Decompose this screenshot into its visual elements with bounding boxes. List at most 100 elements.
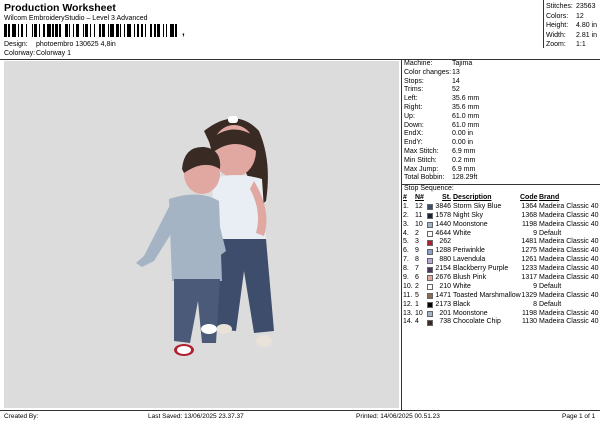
row-needle: 8 bbox=[415, 256, 419, 264]
row-brand: Madeira Classic 40 bbox=[539, 202, 599, 210]
row-stitches: 210 bbox=[439, 282, 451, 290]
table-row: 4. 2 4644 White 9 Default bbox=[403, 230, 599, 239]
property-row: Up: 61.0 mm bbox=[404, 113, 596, 122]
row-index: 12. bbox=[403, 300, 413, 308]
color-swatch bbox=[427, 203, 435, 212]
row-stitches: 1578 bbox=[435, 211, 451, 219]
row-code: 1198 bbox=[521, 220, 537, 228]
row-brand: Madeira Classic 40 bbox=[539, 318, 599, 326]
property-value: Tajima bbox=[452, 60, 473, 67]
table-row: 10. 2 210 White 9 Default bbox=[403, 283, 599, 292]
row-description: Blackberry Purple bbox=[453, 265, 509, 273]
color-swatch bbox=[427, 318, 435, 327]
property-row: Total Bobbin: 128.29ft bbox=[404, 174, 596, 183]
colorway-row: Colorway: Colorway 1 bbox=[4, 50, 71, 57]
stat-label: Width: bbox=[546, 31, 566, 39]
row-needle: 10 bbox=[415, 220, 423, 228]
row-brand: Madeira Classic 40 bbox=[539, 211, 599, 219]
row-code: 1368 bbox=[521, 211, 537, 219]
stat-row: Zoom: 1:1 bbox=[546, 40, 600, 50]
stat-label: Height: bbox=[546, 22, 569, 29]
row-needle: 12 bbox=[415, 202, 423, 210]
row-description: Moonstone bbox=[453, 309, 488, 317]
stat-row: Colors: 12 bbox=[546, 12, 600, 22]
row-index: 7. bbox=[403, 256, 409, 264]
property-label: Right: bbox=[404, 103, 423, 111]
row-brand: Madeira Classic 40 bbox=[539, 256, 599, 264]
row-stitches: 1440 bbox=[435, 220, 451, 228]
page-number: Page 1 of 1 bbox=[562, 413, 596, 420]
row-description: Night Sky bbox=[453, 211, 483, 219]
property-value: 128.29ft bbox=[452, 174, 478, 182]
footer-divider bbox=[0, 410, 600, 411]
property-label: Stops: bbox=[404, 77, 424, 85]
design-preview[interactable] bbox=[4, 61, 399, 408]
row-index: 6. bbox=[403, 247, 409, 255]
row-index: 8. bbox=[403, 265, 409, 273]
row-index: 14. bbox=[403, 318, 413, 326]
row-index: 9. bbox=[403, 274, 409, 282]
property-label: Left: bbox=[404, 95, 418, 103]
row-needle: 11 bbox=[415, 211, 423, 219]
row-description: Lavendula bbox=[453, 256, 486, 264]
row-description: White bbox=[453, 229, 471, 237]
property-label: Min Stitch: bbox=[404, 156, 437, 164]
row-code: 1275 bbox=[521, 247, 537, 255]
stop-sequence-title: Stop Sequence: bbox=[404, 185, 454, 192]
row-needle: 6 bbox=[415, 274, 419, 282]
property-row: EndY: 0.00 in bbox=[404, 139, 596, 148]
property-row: Trims: 52 bbox=[404, 86, 596, 95]
row-brand: Madeira Classic 40 bbox=[539, 274, 599, 282]
property-label: Machine: bbox=[404, 60, 433, 67]
row-description: Storm Sky Blue bbox=[453, 202, 502, 210]
row-code: 1481 bbox=[521, 238, 537, 246]
row-index: 10. bbox=[403, 282, 413, 290]
table-row: 6. 9 1288 Periwinkle 1275 Madeira Classic 40 bbox=[403, 247, 599, 256]
col-description: Description bbox=[453, 194, 492, 201]
row-brand: Madeira Classic 40 bbox=[539, 238, 599, 246]
printed-date: Printed: 14/06/2025 00.51.23 bbox=[356, 413, 440, 420]
row-description: White bbox=[453, 282, 471, 290]
row-code: 1364 bbox=[521, 202, 537, 210]
boy-figure bbox=[136, 146, 226, 356]
row-stitches: 1288 bbox=[435, 247, 451, 255]
row-stitches: 2173 bbox=[435, 300, 451, 308]
table-row: 7. 8 880 Lavendula 1261 Madeira Classic 40 bbox=[403, 256, 599, 265]
col-n: N# bbox=[415, 194, 424, 201]
row-needle: 9 bbox=[415, 247, 419, 255]
row-needle: 7 bbox=[415, 265, 419, 273]
property-label: Max Jump: bbox=[404, 165, 439, 173]
property-label: EndX: bbox=[404, 130, 424, 138]
property-value: 6.9 mm bbox=[452, 165, 476, 173]
row-index: 5. bbox=[403, 238, 409, 246]
stat-value: 23563 bbox=[576, 3, 596, 10]
color-swatch bbox=[427, 274, 435, 283]
row-description: Blush Pink bbox=[453, 274, 487, 282]
row-description: Chocolate Chip bbox=[453, 318, 501, 326]
barcode-suffix: , bbox=[182, 27, 185, 38]
col-code: Code bbox=[520, 194, 538, 201]
property-value: 0.2 mm bbox=[452, 156, 476, 164]
row-stitches: 4644 bbox=[435, 229, 451, 237]
stats-divider bbox=[543, 0, 544, 48]
stat-value: 4.80 in bbox=[576, 22, 598, 29]
barcode bbox=[4, 24, 180, 37]
property-label: Trims: bbox=[404, 86, 424, 94]
row-index: 13. bbox=[403, 309, 413, 317]
row-code: 1233 bbox=[521, 265, 537, 273]
property-row: Right: 35.6 mm bbox=[404, 104, 596, 113]
colorway-value: Colorway 1 bbox=[36, 50, 72, 57]
color-swatch bbox=[427, 212, 435, 221]
row-stitches: 201 bbox=[439, 309, 451, 317]
row-needle: 2 bbox=[415, 229, 419, 237]
software-subtitle: Wilcom EmbroideryStudio – Level 3 Advanc… bbox=[4, 15, 148, 22]
machine-properties: Machine: Tajima Color changes: 13 Stops: 14 Tr… bbox=[404, 60, 596, 183]
row-code: 1317 bbox=[521, 274, 537, 282]
colorway-label: Colorway: bbox=[4, 50, 36, 57]
row-stitches: 738 bbox=[439, 318, 451, 326]
col-st: St. bbox=[442, 194, 451, 201]
row-description: Moonstone bbox=[453, 220, 488, 228]
property-value: 61.0 mm bbox=[452, 112, 480, 120]
row-needle: 2 bbox=[415, 282, 419, 290]
table-row: 13. 10 201 Moonstone 1198 Madeira Classic 40 bbox=[403, 310, 599, 319]
